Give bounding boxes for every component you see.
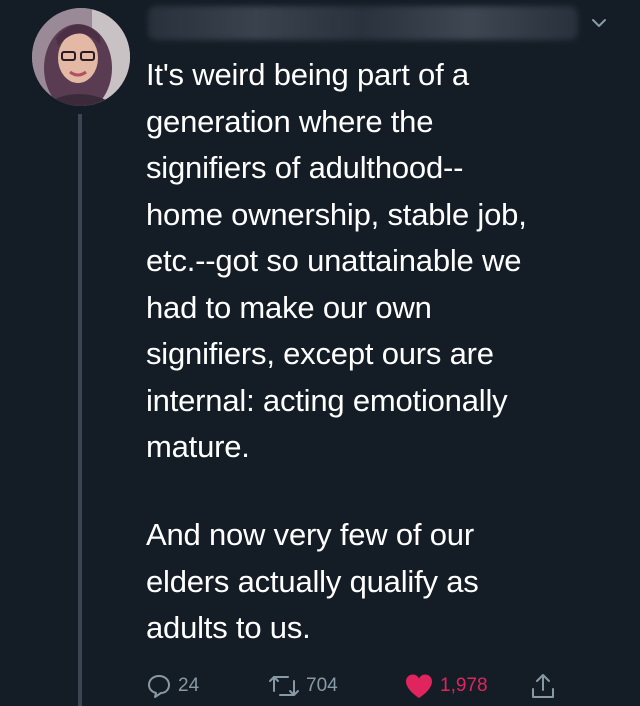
retweet-button[interactable]: 704 (268, 668, 338, 704)
reply-count: 24 (178, 675, 200, 696)
like-count: 1,978 (440, 675, 488, 696)
share-button[interactable] (530, 668, 556, 704)
heart-icon (406, 674, 432, 698)
avatar-image (32, 8, 130, 106)
share-icon (532, 674, 554, 698)
tweet-line: etc.--got so unattainable we (146, 243, 522, 278)
tweet-line: elders actually qualify as (146, 563, 479, 599)
thread-line (78, 114, 82, 706)
tweet-line: signifiers of adulthood-- (146, 150, 464, 185)
chevron-down-icon[interactable] (588, 12, 610, 34)
tweet-line: mature. (146, 429, 250, 464)
tweet-line: had to make our own (146, 289, 432, 325)
reply-button[interactable]: 24 (146, 668, 199, 704)
tweet-line: home ownership, stable job, (146, 196, 527, 232)
tweet-line: And now very few of our (146, 517, 474, 552)
tweet-line: adults to us. (146, 610, 311, 645)
tweet-line: signifiers, except ours are (146, 336, 494, 371)
tweet-line: generation where the (146, 103, 434, 139)
tweet-text-second-paragraph: And now very few of our elders actually … (146, 512, 626, 652)
like-button[interactable]: 1,978 (404, 668, 488, 704)
tweet-line: internal: acting emotionally (146, 382, 508, 418)
avatar[interactable] (32, 8, 130, 106)
tweet-text: It's weird being part of a generation wh… (146, 52, 626, 471)
tweet-actions: 24 704 1,978 (146, 668, 596, 704)
retweet-count: 704 (306, 675, 338, 696)
author-name-blurred (148, 6, 578, 40)
reply-icon (148, 675, 170, 698)
tweet-card: It's weird being part of a generation wh… (0, 0, 640, 706)
retweet-icon (269, 676, 299, 696)
tweet-line: It's weird being part of a (146, 57, 469, 92)
